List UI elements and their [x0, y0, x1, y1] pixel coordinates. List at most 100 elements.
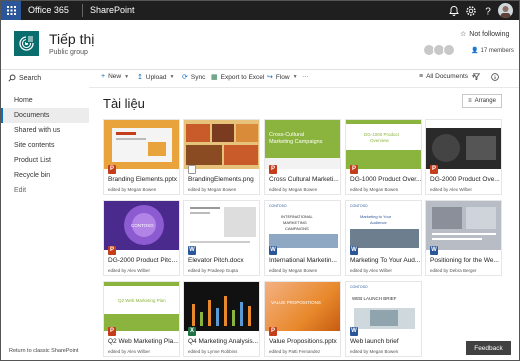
- tile-name[interactable]: Q2 Web Marketing Pla...: [108, 338, 179, 345]
- flow-icon: ↪: [267, 74, 273, 81]
- tile-thumbnail: Cross-Cultural Marketing Campaigns: [265, 120, 340, 169]
- new-label: New: [108, 73, 122, 80]
- search-label: Search: [19, 74, 42, 82]
- tile-edited-by: edited by Alex Wilber: [350, 268, 393, 273]
- tile-name[interactable]: Web launch brief: [350, 338, 421, 345]
- avatar: [443, 44, 455, 56]
- sidebar-item-edit[interactable]: Edit: [1, 183, 89, 198]
- tile-name[interactable]: DG-1000 Product Over...: [350, 176, 421, 183]
- tile-name[interactable]: DG-2000 Product Ove...: [430, 176, 501, 183]
- office-brand-link[interactable]: Office 365: [28, 5, 69, 15]
- user-avatar[interactable]: [498, 3, 513, 18]
- tile-international-marketing[interactable]: CONTOSO INTERNATIONAL MARKETING CAMPAIGN…: [264, 200, 341, 276]
- tile-value-propositions-pptx[interactable]: VALUE PROPOSITIONS P Value Propositions.…: [264, 281, 341, 357]
- tile-name[interactable]: International Marketin...: [269, 257, 340, 264]
- tile-name[interactable]: Positioning for the We...: [430, 257, 501, 264]
- info-icon: [491, 73, 499, 81]
- tile-edited-by: edited by Alex Wilber: [108, 268, 151, 273]
- tile-brandingelements-png[interactable]: BrandingElements.png edited by Megan Bow…: [183, 119, 260, 195]
- member-avatars[interactable]: [423, 44, 455, 56]
- more-commands-button[interactable]: ···: [302, 73, 309, 80]
- tile-edited-by: edited by Debra Berger: [430, 268, 477, 273]
- return-to-classic-link[interactable]: Return to classic SharePoint: [9, 348, 78, 354]
- tile-cross-cultural-marketing[interactable]: Cross-Cultural Marketing Campaigns P Cro…: [264, 119, 341, 195]
- flow-label: Flow: [275, 73, 290, 81]
- filter-button[interactable]: [473, 73, 480, 80]
- tile-name[interactable]: Elevator Pitch.docx: [188, 257, 259, 264]
- site-logo[interactable]: [14, 31, 39, 56]
- tile-thumbnail: CONTOSO INTERNATIONAL MARKETING CAMPAIGN…: [265, 201, 340, 250]
- export-to-excel-button[interactable]: ▦ Export to Excel: [211, 73, 265, 82]
- xlsx-icon: X: [188, 327, 196, 336]
- tile-edited-by: edited by Megan Bowen: [269, 187, 318, 192]
- tile-edited-by: edited by Megan Bowen: [350, 349, 399, 354]
- members-label: 17 members: [480, 47, 514, 54]
- tile-name[interactable]: Marketing To Your Aud...: [350, 257, 421, 264]
- view-selector[interactable]: ≡ All Documents ▼: [419, 73, 476, 80]
- tile-q2-web-marketing-plan[interactable]: Q2 Web Marketing Plan P Q2 Web Marketing…: [103, 281, 180, 357]
- sidebar-item-recycle-bin[interactable]: Recycle bin: [1, 168, 89, 183]
- tile-dg-2000-product-pitch[interactable]: CONTOSO P DG-2000 Product Pitch... edite…: [103, 200, 180, 276]
- nav-list: Home Documents Shared with us Site conte…: [1, 93, 89, 198]
- help-icon[interactable]: ?: [482, 5, 494, 18]
- sidebar-item-site-contents[interactable]: Site contents: [1, 138, 89, 153]
- tile-thumbnail: [184, 201, 259, 250]
- svg-text:?: ?: [485, 7, 491, 18]
- sidebar-item-documents[interactable]: Documents: [1, 108, 89, 123]
- tile-thumbnail: CONTOSO WEB LAUNCH BRIEF: [346, 282, 421, 331]
- pptx-icon: P: [269, 165, 277, 174]
- follow-button[interactable]: ☆ Not following: [460, 30, 510, 39]
- search-icon: [8, 74, 16, 82]
- tile-name[interactable]: BrandingElements.png: [188, 176, 259, 183]
- sharepoint-app-link[interactable]: SharePoint: [90, 5, 135, 15]
- library-title: Tài liệu: [103, 96, 145, 111]
- tile-marketing-to-your-audience[interactable]: CONTOSO Marketing to Your Audience W Mar…: [345, 200, 422, 276]
- app-launcher-icon[interactable]: [1, 1, 21, 20]
- tile-positioning-for-the-web[interactable]: W Positioning for the We... edited by De…: [425, 200, 502, 276]
- info-button[interactable]: [491, 73, 499, 81]
- sync-button[interactable]: ⟳ Sync: [182, 73, 205, 82]
- upload-button[interactable]: ↥ Upload ▼: [137, 73, 174, 82]
- feedback-button[interactable]: Feedback: [466, 341, 511, 355]
- pptx-icon: P: [430, 165, 438, 174]
- site-header: Tiếp thị Public group ☆ Not following 👤 …: [1, 20, 519, 70]
- gear-icon[interactable]: [465, 5, 477, 17]
- site-title[interactable]: Tiếp thị: [49, 31, 94, 47]
- tile-thumbnail: VALUE PROPOSITIONS: [265, 282, 340, 331]
- tile-edited-by: edited by Megan Bowen: [269, 268, 318, 273]
- pptx-icon: P: [108, 165, 116, 174]
- new-button[interactable]: + New ▼: [101, 73, 129, 80]
- sidebar-item-product-list[interactable]: Product List: [1, 153, 89, 168]
- tile-web-launch-brief[interactable]: CONTOSO WEB LAUNCH BRIEF W Web launch br…: [345, 281, 422, 357]
- tile-q4-marketing-analysis[interactable]: X Q4 Marketing Analysis... edited by Lyn…: [183, 281, 260, 357]
- bell-icon[interactable]: [448, 5, 460, 17]
- follow-label: Not following: [469, 30, 510, 38]
- upload-label: Upload: [145, 73, 167, 81]
- tile-name[interactable]: Cross Cultural Marketi...: [269, 176, 340, 183]
- docx-icon: W: [188, 246, 196, 255]
- sidebar-item-shared-with-us[interactable]: Shared with us: [1, 123, 89, 138]
- flow-button[interactable]: ↪ Flow ▼: [267, 73, 298, 82]
- arrange-button[interactable]: ≡ Arrange: [462, 94, 502, 108]
- export-label: Export to Excel: [220, 73, 265, 81]
- sidebar-item-home[interactable]: Home: [1, 93, 89, 108]
- tile-elevator-pitch-docx[interactable]: W Elevator Pitch.docx edited by Pradeep …: [183, 200, 260, 276]
- members-link[interactable]: 👤 17 members: [471, 47, 514, 55]
- command-bar: + New ▼ ↥ Upload ▼ ⟳ Sync ▦ Export to Ex…: [89, 70, 519, 85]
- person-icon: 👤: [471, 48, 479, 54]
- tile-name[interactable]: Value Propositions.pptx: [269, 338, 340, 345]
- docx-icon: W: [430, 246, 438, 255]
- tile-dg-2000-product-overview[interactable]: P DG-2000 Product Ove... edited by Alex …: [425, 119, 502, 195]
- view-label: All Documents: [426, 73, 468, 80]
- tile-branding-elements-pptx[interactable]: P Branding Elements.pptx edited by Megan…: [103, 119, 180, 195]
- tile-thumbnail: [184, 282, 259, 331]
- tile-thumbnail: DG-1000 Product Overview: [346, 120, 421, 169]
- tile-dg-1000-product-overview[interactable]: DG-1000 Product Overview P DG-1000 Produ…: [345, 119, 422, 195]
- document-tiles: P Branding Elements.pptx edited by Megan…: [103, 119, 519, 360]
- sync-icon: ⟳: [182, 74, 188, 81]
- tile-name[interactable]: Q4 Marketing Analysis...: [188, 338, 259, 345]
- search-box[interactable]: Search: [8, 74, 41, 82]
- tile-name[interactable]: Branding Elements.pptx: [108, 176, 179, 183]
- docx-icon: W: [350, 246, 358, 255]
- tile-name[interactable]: DG-2000 Product Pitch...: [108, 257, 179, 264]
